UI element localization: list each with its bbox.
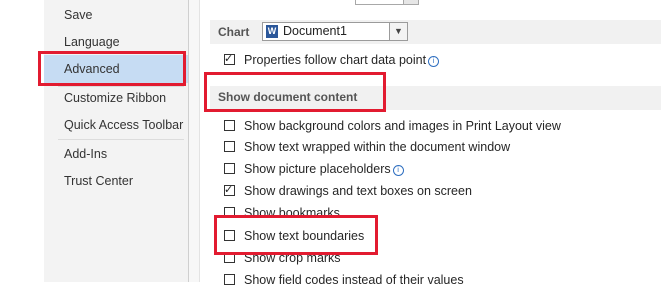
section-title: Show document content bbox=[218, 90, 358, 104]
sidebar-item-label: Save bbox=[64, 8, 93, 22]
checkbox[interactable] bbox=[224, 141, 235, 152]
option-label: Show drawings and text boxes on screen bbox=[244, 184, 472, 198]
option-label: Show picture placeholders i bbox=[244, 161, 404, 177]
checkbox[interactable]: ✓ bbox=[224, 53, 235, 65]
sidebar-item-label: Customize Ribbon bbox=[64, 91, 167, 105]
options-sidebar: Save Language Advanced Customize Ribbon … bbox=[44, 0, 189, 282]
sidebar-item-trust-center[interactable]: Trust Center bbox=[44, 167, 188, 195]
window-left-edge bbox=[0, 0, 45, 282]
option-label: Show text boundaries bbox=[244, 229, 365, 243]
chart-header: Chart W Document1 ▼ bbox=[210, 20, 661, 44]
chevron-down-icon[interactable]: ▼ bbox=[389, 23, 407, 40]
option-label: Show field codes instead of their values bbox=[244, 273, 464, 287]
checkbox[interactable] bbox=[224, 274, 235, 285]
sidebar-item-add-ins[interactable]: Add-Ins bbox=[44, 140, 188, 168]
option-label: Show crop marks bbox=[244, 251, 341, 265]
chart-document-select[interactable]: W Document1 ▼ bbox=[262, 22, 408, 41]
sidebar-item-quick-access-toolbar[interactable]: Quick Access Toolbar bbox=[44, 111, 188, 139]
checkbox[interactable] bbox=[224, 120, 235, 131]
checkbox[interactable]: ✓ bbox=[224, 184, 235, 196]
checkbox[interactable] bbox=[224, 252, 235, 263]
sidebar-item-label: Trust Center bbox=[64, 174, 134, 188]
chevron-down-icon[interactable] bbox=[403, 0, 418, 4]
checkbox[interactable] bbox=[224, 163, 235, 174]
info-icon: i bbox=[392, 165, 404, 176]
option-label: Show bookmarks bbox=[244, 206, 340, 220]
checkbox[interactable] bbox=[224, 207, 235, 218]
sidebar-item-language[interactable]: Language bbox=[44, 28, 188, 56]
sidebar-item-label: Quick Access Toolbar bbox=[64, 118, 184, 132]
info-icon: i bbox=[428, 56, 440, 67]
option-label: Show background colors and images in Pri… bbox=[244, 119, 561, 133]
checkmark-icon: ✓ bbox=[224, 184, 234, 196]
sidebar-item-advanced[interactable]: Advanced bbox=[44, 55, 188, 83]
panel-gutter bbox=[189, 0, 200, 282]
word-doc-icon: W bbox=[266, 25, 278, 38]
checkmark-icon: ✓ bbox=[224, 53, 234, 65]
checkbox[interactable] bbox=[224, 230, 235, 241]
sidebar-item-save[interactable]: Save bbox=[44, 1, 188, 29]
option-label: Properties follow chart data point i bbox=[244, 52, 440, 68]
section-header: Show document content bbox=[210, 86, 661, 110]
chart-label: Chart bbox=[218, 25, 250, 39]
sidebar-item-label: Language bbox=[64, 35, 120, 49]
sidebar-item-label: Add-Ins bbox=[64, 147, 108, 161]
chart-document-value: Document1 bbox=[283, 24, 347, 38]
sidebar-item-label: Advanced bbox=[64, 62, 120, 76]
cropped-dropdown[interactable] bbox=[355, 0, 419, 5]
sidebar-item-customize-ribbon[interactable]: Customize Ribbon bbox=[44, 84, 188, 112]
option-label: Show text wrapped within the document wi… bbox=[244, 140, 511, 154]
